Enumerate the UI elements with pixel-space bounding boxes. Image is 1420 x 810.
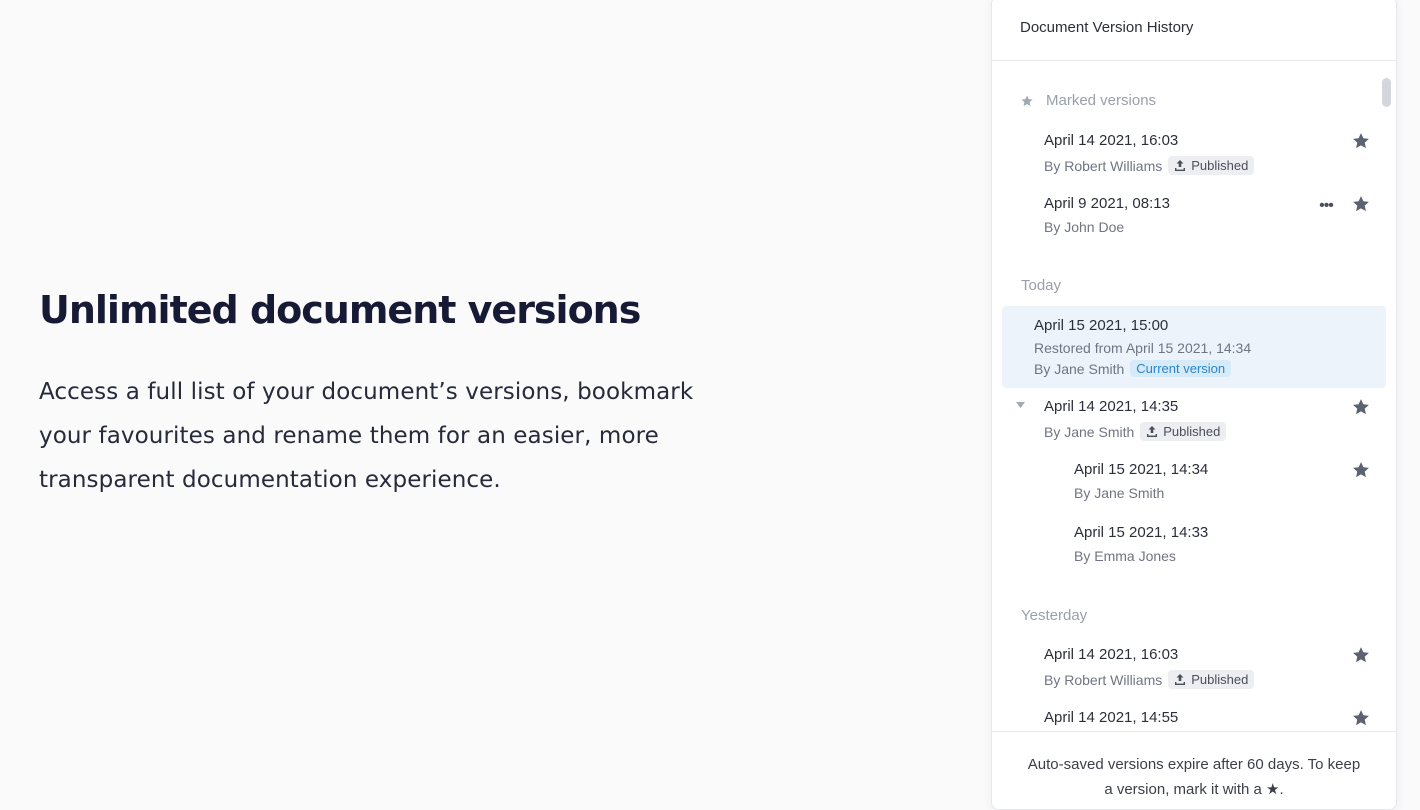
- version-item-current[interactable]: April 15 2021, 15:00 Restored from April…: [1002, 306, 1386, 388]
- version-author: By Robert Williams: [1044, 158, 1163, 174]
- version-date: April 15 2021, 14:34: [1074, 461, 1209, 478]
- version-author-row: By Robert Williams Published: [1044, 156, 1255, 175]
- published-badge: Published: [1140, 422, 1227, 441]
- version-author-row: By Robert Williams Published: [1044, 670, 1255, 689]
- upload-icon: [1147, 426, 1158, 437]
- star-icon[interactable]: [1351, 131, 1371, 151]
- star-icon[interactable]: [1351, 194, 1371, 214]
- version-author: By Jane Smith: [1044, 424, 1135, 440]
- group-label-yesterday: Yesterday: [1021, 607, 1088, 624]
- upload-icon: [1175, 674, 1186, 685]
- panel-title: Document Version History: [992, 0, 1396, 61]
- hero-description: Access a full list of your document’s ve…: [39, 379, 694, 493]
- version-author: By Jane Smith: [1074, 485, 1165, 501]
- upload-icon: [1175, 160, 1186, 171]
- version-item[interactable]: April 9 2021, 08:13 By John Doe •••: [1002, 186, 1386, 266]
- published-badge: Published: [1168, 670, 1255, 689]
- group-label-today: Today: [1021, 277, 1062, 294]
- footer-text: Auto-saved versions expire after 60 days…: [1027, 756, 1361, 798]
- chevron-down-icon[interactable]: [1016, 402, 1025, 408]
- version-author: By Robert Williams: [1044, 672, 1163, 688]
- panel-footer-note: Auto-saved versions expire after 60 days…: [992, 731, 1396, 809]
- star-icon[interactable]: [1351, 645, 1371, 665]
- version-list[interactable]: Marked versions April 14 2021, 16:03 By …: [992, 61, 1396, 733]
- version-restored-note: Restored from April 15 2021, 14:34: [1034, 340, 1252, 356]
- version-date: April 15 2021, 14:33: [1074, 524, 1209, 541]
- scrollbar-thumb[interactable]: [1382, 78, 1391, 107]
- version-date: April 15 2021, 15:00: [1034, 317, 1169, 334]
- version-item-nested[interactable]: April 15 2021, 14:33 By Emma Jones: [1002, 514, 1386, 594]
- version-date: April 14 2021, 16:03: [1044, 132, 1179, 149]
- version-date: April 14 2021, 14:55: [1044, 709, 1179, 726]
- version-date: April 9 2021, 08:13: [1044, 195, 1170, 212]
- version-author-row: By Jane Smith Current version: [1034, 360, 1232, 377]
- version-author: By Emma Jones: [1074, 548, 1176, 564]
- current-version-badge: Current version: [1130, 360, 1232, 377]
- star-icon[interactable]: [1351, 397, 1371, 417]
- hero-section: Unlimited document versions Access a ful…: [39, 286, 699, 502]
- version-author: By John Doe: [1044, 219, 1125, 235]
- star-icon[interactable]: [1351, 460, 1371, 480]
- version-author-row: By Jane Smith Published: [1044, 422, 1227, 441]
- version-author: By Jane Smith: [1034, 361, 1125, 377]
- star-icon[interactable]: [1351, 708, 1371, 728]
- panel-title-text: Document Version History: [1020, 19, 1194, 36]
- version-history-panel: Document Version History Marked versions…: [991, 0, 1397, 810]
- version-date: April 14 2021, 14:35: [1044, 398, 1179, 415]
- star-icon: [1021, 95, 1033, 107]
- version-date: April 14 2021, 16:03: [1044, 646, 1179, 663]
- more-options-icon[interactable]: •••: [1316, 196, 1336, 216]
- group-label-marked: Marked versions: [1046, 92, 1157, 109]
- hero-title: Unlimited document versions: [39, 288, 641, 332]
- published-badge: Published: [1168, 156, 1255, 175]
- version-item[interactable]: April 14 2021, 14:55: [1002, 699, 1386, 733]
